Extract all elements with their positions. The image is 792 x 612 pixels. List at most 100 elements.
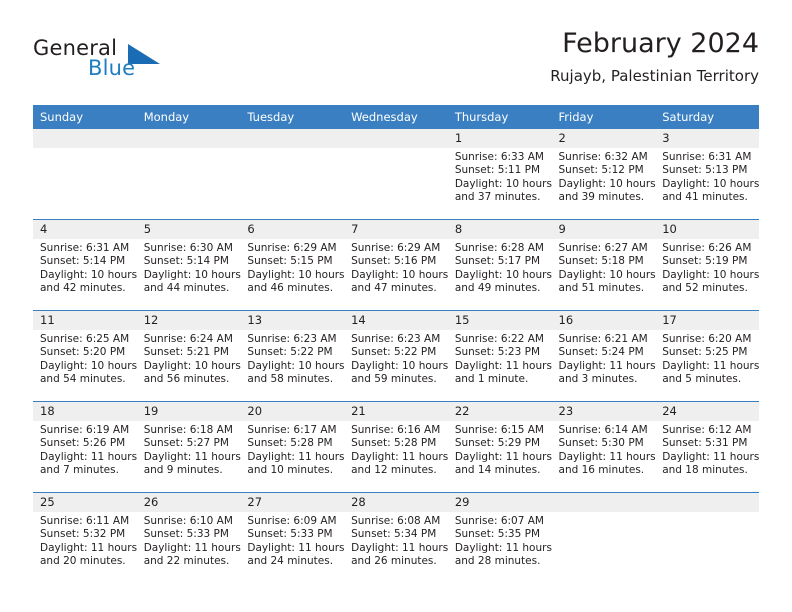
calendar-day-cell[interactable]: 29 Sunrise: 6:07 AM Sunset: 5:35 PM Dayligh… — [447, 492, 552, 583]
calendar-day-cell-empty — [136, 129, 241, 220]
calendar-day-cell[interactable]: 3 Sunrise: 6:31 AM Sunset: 5:13 PM Daylight… — [655, 129, 759, 220]
day-detail-line: Daylight: 10 hours — [558, 177, 656, 190]
calendar-day-cell[interactable]: 2 Sunrise: 6:32 AM Sunset: 5:12 PM Daylight… — [551, 129, 656, 220]
calendar-day-cell[interactable]: 8 Sunrise: 6:28 AM Sunset: 5:17 PM Daylight… — [447, 219, 552, 311]
day-detail-line: and 20 minutes. — [40, 555, 126, 568]
calendar-day-cell[interactable]: 28 Sunrise: 6:08 AM Sunset: 5:34 PM Dayligh… — [344, 492, 448, 583]
day-details — [137, 148, 241, 151]
calendar-day-cell[interactable]: 18 Sunrise: 6:19 AM Sunset: 5:26 PM Dayligh… — [33, 401, 137, 493]
day-detail-line: Sunset: 5:25 PM — [662, 346, 748, 359]
day-number — [551, 493, 656, 512]
day-detail-line: Sunrise: 6:18 AM — [143, 424, 233, 436]
day-detail-line: Sunrise: 6:32 AM — [558, 151, 648, 163]
day-detail-line: Sunset: 5:30 PM — [558, 437, 644, 450]
calendar-day-cell[interactable]: 13 Sunrise: 6:23 AM Sunset: 5:22 PM Dayligh… — [240, 310, 345, 402]
day-details: Sunrise: 6:25 AM Sunset: 5:20 PM Daylight:… — [33, 330, 137, 387]
calendar-day-cell[interactable]: 9 Sunrise: 6:27 AM Sunset: 5:18 PM Daylight… — [551, 219, 656, 311]
calendar-day-cell-empty — [240, 129, 345, 220]
day-detail-line: Daylight: 10 hours — [662, 268, 760, 281]
calendar-day-cell[interactable]: 22 Sunrise: 6:15 AM Sunset: 5:29 PM Dayligh… — [447, 401, 552, 493]
day-details: Sunrise: 6:29 AM Sunset: 5:16 PM Daylight:… — [344, 239, 448, 296]
calendar-day-cell[interactable]: 4 Sunrise: 6:31 AM Sunset: 5:14 PM Daylight… — [33, 219, 137, 311]
day-detail-line: Daylight: 10 hours — [558, 268, 656, 281]
calendar-day-cell[interactable]: 14 Sunrise: 6:23 AM Sunset: 5:22 PM Dayligh… — [344, 310, 448, 402]
day-number: 9 — [551, 220, 656, 239]
day-detail-line: Sunset: 5:29 PM — [454, 437, 541, 450]
day-details: Sunrise: 6:31 AM Sunset: 5:13 PM Daylight:… — [655, 148, 759, 205]
day-detail-line: and 3 minutes. — [558, 373, 638, 386]
calendar-week-row: 11 Sunrise: 6:25 AM Sunset: 5:20 PM Dayligh… — [33, 310, 759, 402]
day-detail-line: and 56 minutes. — [143, 373, 230, 386]
day-detail-line: and 26 minutes. — [351, 555, 437, 568]
calendar-day-cell[interactable]: 10 Sunrise: 6:26 AM Sunset: 5:19 PM Dayligh… — [655, 219, 759, 311]
day-detail-line: Sunrise: 6:25 AM — [40, 333, 130, 345]
calendar-day-cell[interactable]: 16 Sunrise: 6:21 AM Sunset: 5:24 PM Dayligh… — [551, 310, 656, 402]
calendar-day-cell[interactable]: 27 Sunrise: 6:09 AM Sunset: 5:33 PM Dayligh… — [240, 492, 345, 583]
day-detail-line: Sunset: 5:24 PM — [558, 346, 644, 359]
day-detail-line: Daylight: 11 hours — [454, 450, 552, 463]
day-detail-line: Daylight: 10 hours — [143, 268, 241, 281]
calendar-day-cell[interactable]: 23 Sunrise: 6:14 AM Sunset: 5:30 PM Dayligh… — [551, 401, 656, 493]
day-detail-line: and 12 minutes. — [351, 464, 437, 477]
calendar-page: General Blue February 2024 Rujayb, Pales… — [0, 0, 792, 612]
day-details: Sunrise: 6:09 AM Sunset: 5:33 PM Daylight:… — [240, 512, 344, 569]
calendar-day-cell[interactable]: 24 Sunrise: 6:12 AM Sunset: 5:31 PM Dayligh… — [655, 401, 759, 493]
day-detail-line: Sunset: 5:34 PM — [351, 528, 437, 541]
day-detail-line: and 52 minutes. — [662, 282, 748, 295]
day-details — [344, 148, 448, 151]
day-number — [136, 129, 241, 148]
day-number: 8 — [447, 220, 552, 239]
day-number: 15 — [447, 311, 552, 330]
day-number: 19 — [136, 402, 241, 421]
day-number: 25 — [33, 493, 137, 512]
weekday-header-thursday: Thursday — [447, 105, 552, 129]
day-number: 26 — [136, 493, 241, 512]
day-detail-line: Sunset: 5:35 PM — [454, 528, 541, 541]
calendar-day-cell[interactable]: 15 Sunrise: 6:22 AM Sunset: 5:23 PM Dayligh… — [447, 310, 552, 402]
day-detail-line: Sunset: 5:22 PM — [247, 346, 333, 359]
calendar-day-cell-empty — [33, 129, 137, 220]
day-detail-line: Sunrise: 6:33 AM — [454, 151, 544, 163]
logo-text-blue: Blue — [88, 56, 136, 80]
day-number — [655, 493, 759, 512]
calendar-day-cell[interactable]: 20 Sunrise: 6:17 AM Sunset: 5:28 PM Dayligh… — [240, 401, 345, 493]
day-detail-line: and 44 minutes. — [143, 282, 230, 295]
day-detail-line: and 18 minutes. — [662, 464, 748, 477]
weekday-header-saturday: Saturday — [655, 105, 759, 129]
calendar-day-cell[interactable]: 5 Sunrise: 6:30 AM Sunset: 5:14 PM Daylight… — [136, 219, 241, 311]
day-detail-line: Sunrise: 6:14 AM — [558, 424, 648, 436]
day-detail-line: Sunrise: 6:26 AM — [662, 242, 752, 254]
calendar-day-cell[interactable]: 6 Sunrise: 6:29 AM Sunset: 5:15 PM Daylight… — [240, 219, 345, 311]
day-detail-line: Daylight: 10 hours — [454, 268, 552, 281]
day-number: 14 — [344, 311, 448, 330]
day-detail-line: Sunrise: 6:22 AM — [454, 333, 544, 345]
day-number — [33, 129, 137, 148]
general-blue-logo[interactable]: General Blue — [33, 36, 203, 86]
calendar-day-cell[interactable]: 1 Sunrise: 6:33 AM Sunset: 5:11 PM Daylight… — [447, 129, 552, 220]
calendar-grid: Sunday Monday Tuesday Wednesday Thursday… — [33, 105, 759, 583]
calendar-day-cell-empty — [344, 129, 448, 220]
calendar-day-cell[interactable]: 26 Sunrise: 6:10 AM Sunset: 5:33 PM Dayligh… — [136, 492, 241, 583]
day-detail-line: and 24 minutes. — [247, 555, 334, 568]
day-details: Sunrise: 6:26 AM Sunset: 5:19 PM Daylight:… — [655, 239, 759, 296]
calendar-day-cell[interactable]: 7 Sunrise: 6:29 AM Sunset: 5:16 PM Daylight… — [344, 219, 448, 311]
day-number: 13 — [240, 311, 345, 330]
day-detail-line: Sunrise: 6:20 AM — [662, 333, 752, 345]
calendar-day-cell[interactable]: 17 Sunrise: 6:20 AM Sunset: 5:25 PM Dayligh… — [655, 310, 759, 402]
calendar-day-cell[interactable]: 21 Sunrise: 6:16 AM Sunset: 5:28 PM Dayligh… — [344, 401, 448, 493]
calendar-day-cell[interactable]: 25 Sunrise: 6:11 AM Sunset: 5:32 PM Dayligh… — [33, 492, 137, 583]
day-detail-line: and 39 minutes. — [558, 191, 645, 204]
day-number: 29 — [447, 493, 552, 512]
day-details: Sunrise: 6:23 AM Sunset: 5:22 PM Daylight:… — [240, 330, 344, 387]
day-number: 20 — [240, 402, 345, 421]
day-details: Sunrise: 6:33 AM Sunset: 5:11 PM Daylight:… — [448, 148, 552, 205]
day-detail-line: and 41 minutes. — [662, 191, 748, 204]
calendar-day-cell[interactable]: 11 Sunrise: 6:25 AM Sunset: 5:20 PM Dayligh… — [33, 310, 137, 402]
day-detail-line: and 1 minute. — [454, 373, 529, 386]
calendar-day-cell[interactable]: 12 Sunrise: 6:24 AM Sunset: 5:21 PM Dayligh… — [136, 310, 241, 402]
day-detail-line: and 37 minutes. — [454, 191, 541, 204]
day-detail-line: and 28 minutes. — [454, 555, 541, 568]
calendar-day-cell[interactable]: 19 Sunrise: 6:18 AM Sunset: 5:27 PM Dayligh… — [136, 401, 241, 493]
day-detail-line: Sunset: 5:16 PM — [351, 255, 437, 268]
page-subtitle: Rujayb, Palestinian Territory — [550, 67, 759, 85]
